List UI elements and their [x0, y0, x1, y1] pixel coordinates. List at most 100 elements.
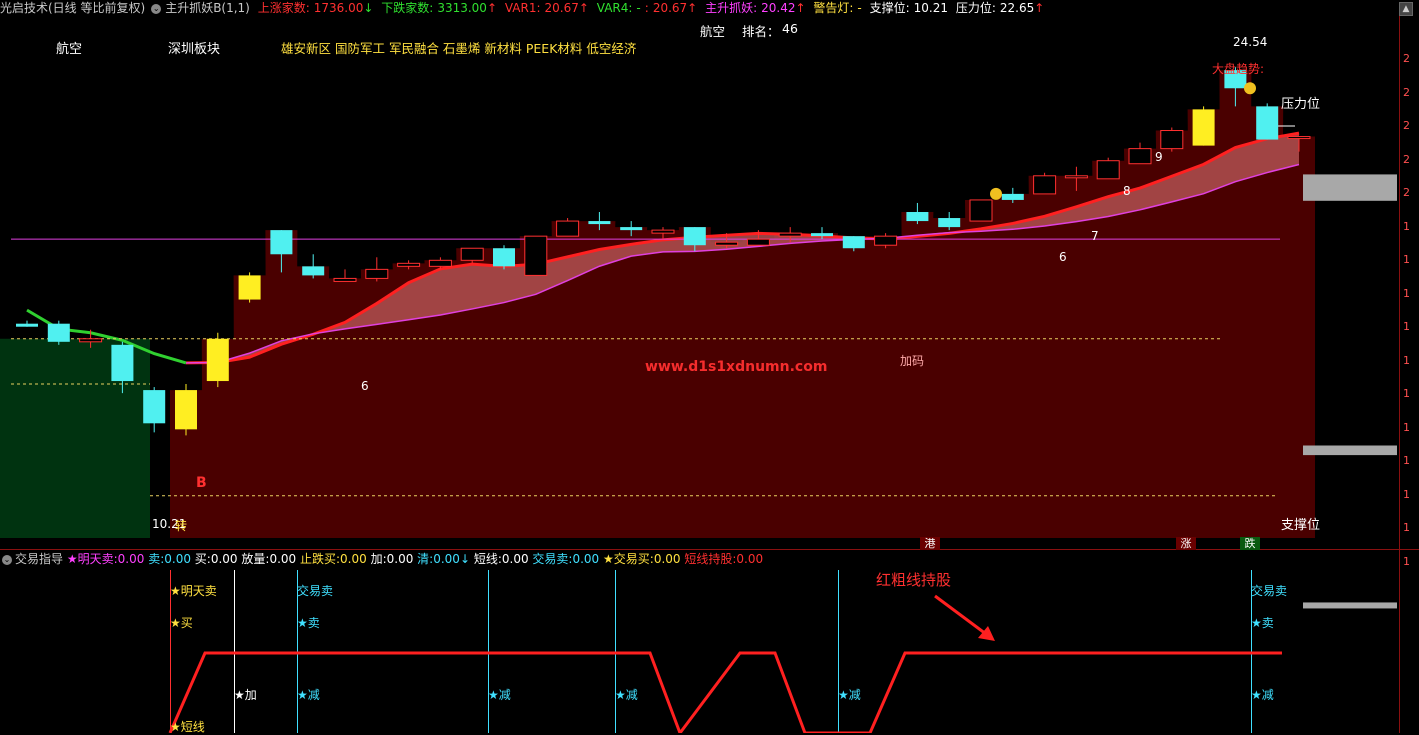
candle	[1160, 130, 1184, 150]
lower-title[interactable]: 交易指导	[15, 552, 63, 566]
f4-value: 0.00	[269, 552, 297, 566]
axis-tick-label: 2	[1403, 52, 1410, 65]
app-title: 光启技术(日线 等比前复权)	[0, 1, 146, 15]
count-label: 9	[1155, 150, 1163, 164]
up-count: 1736.00	[313, 1, 364, 15]
f5-value: 0.00	[340, 552, 367, 566]
sector-tag-2[interactable]: 深圳板块	[168, 38, 220, 57]
var4-arrow-icon: ↑	[687, 1, 698, 15]
candle	[333, 277, 357, 282]
candle	[428, 259, 452, 267]
sector-tag-1[interactable]: 航空	[56, 38, 82, 57]
indicator-name[interactable]: 主升抓妖B(1,1)	[165, 1, 250, 15]
candle	[746, 238, 770, 246]
f11-value: 0.00	[736, 552, 764, 566]
price-area	[170, 70, 1315, 538]
signal-reduce: ★减	[297, 688, 320, 702]
tag-die: 跌	[1240, 537, 1260, 550]
candle	[175, 390, 197, 430]
down-arrow-icon: ↑	[486, 1, 497, 15]
f6-value: 0.00	[386, 552, 414, 566]
f6-label: 加:	[370, 552, 387, 566]
signal-sell: ★卖	[297, 616, 320, 630]
support-label: 支撑位:	[869, 1, 910, 15]
candle	[16, 323, 38, 327]
f2-value: 0.00	[164, 552, 191, 566]
axis-tick-label: 1	[1403, 420, 1410, 434]
volume-bar	[1303, 445, 1397, 456]
warn-label: 警告灯:	[813, 1, 854, 15]
axis-tick-label: 2	[1403, 186, 1410, 199]
lower-panel-header: ⌄ 交易指导 ★明天卖:0.00 卖:0.00 买:0.00 放量:0.00 止跌…	[0, 551, 763, 567]
turn-label: 转	[175, 519, 188, 533]
candle	[365, 268, 389, 279]
candle	[1064, 175, 1088, 179]
signal-reduce: ★减	[838, 688, 861, 702]
candle	[906, 212, 929, 222]
scroll-up-button[interactable]: ▲	[1399, 2, 1413, 16]
f9-value: 0.00	[572, 552, 600, 566]
axis-tick-label: 2	[1403, 152, 1410, 166]
f8-label: 短线:	[473, 552, 502, 566]
warn-value: -	[857, 1, 862, 15]
candle	[651, 229, 675, 234]
candle	[493, 248, 515, 267]
var1-value: 20.67	[544, 1, 579, 15]
concept-tags[interactable]: 雄安新区 国防军工 军民融合 石墨烯 新材料 PEEK材料 低空经济	[281, 38, 636, 57]
f9-label: 交易卖:	[532, 552, 573, 566]
count-label: 6	[1059, 250, 1067, 264]
f10-label: ★交易买:	[603, 552, 654, 566]
add-position-label: 加码	[900, 354, 925, 368]
volume-bar	[1303, 602, 1397, 609]
collapse-icon[interactable]: ⌄	[2, 554, 12, 565]
candle	[79, 338, 103, 343]
var4-val: 20.67	[652, 1, 688, 15]
candle	[1128, 148, 1152, 165]
count-label: 8	[1123, 184, 1131, 198]
axis-tick-label: 1	[1403, 253, 1410, 266]
tag-zhang: 涨	[1176, 537, 1196, 550]
signal-short: ★短线	[170, 720, 205, 734]
f2-label: 卖:	[148, 552, 165, 566]
var4-label: VAR4:	[596, 1, 633, 15]
axis-tick-label: 1	[1403, 353, 1410, 367]
candle	[938, 218, 961, 228]
axis-tick-label: 2	[1403, 85, 1410, 99]
signal-sell: ★卖	[1251, 616, 1274, 630]
candle	[778, 232, 802, 237]
axis-tick-label: 1	[1403, 219, 1410, 233]
tag-gang: 港	[920, 537, 940, 550]
f1-label: ★明天卖:	[66, 552, 118, 566]
up-count-label: 上涨家数:	[257, 1, 310, 15]
arrow-icon	[934, 594, 991, 639]
f11-label: 短线持股:	[684, 552, 737, 566]
signal-tomorrow-sell: ★明天卖	[170, 584, 217, 598]
signal-reduce: ★减	[615, 688, 638, 702]
axis-tick-label: 1	[1403, 320, 1410, 333]
f7-arrow-icon: ↓	[459, 552, 470, 566]
candle	[874, 235, 898, 246]
candle	[1033, 175, 1057, 195]
pressure-arrow-icon: ↑	[1034, 1, 1045, 15]
watermark: www.d1s1xdnumn.com	[645, 359, 828, 375]
f4-label: 放量:	[241, 552, 270, 566]
hold-note: 红粗线持股	[876, 571, 952, 589]
pressure-label: 压力位:	[955, 1, 996, 15]
var1-label: VAR1:	[504, 1, 541, 15]
zsyz-value: 20.42	[761, 1, 796, 15]
candle	[1256, 106, 1279, 140]
candle	[969, 199, 993, 222]
signal-reduce: ★减	[1251, 688, 1274, 702]
collapse-icon[interactable]: ⌄	[151, 3, 162, 14]
f8-value: 0.00	[501, 552, 529, 566]
down-count-label: 下跌家数:	[381, 1, 434, 15]
hold-line	[168, 651, 1282, 733]
var1-arrow-icon: ↑	[578, 1, 589, 15]
rank-value: 46	[782, 21, 798, 36]
axis-tick-label: 2	[1403, 119, 1410, 132]
axis-tick-label: 1	[1403, 387, 1410, 400]
candle	[683, 227, 706, 246]
candle	[1001, 193, 1024, 200]
signal-add: ★加	[234, 688, 257, 702]
trend-label: 大盘趋势:	[1212, 62, 1265, 76]
